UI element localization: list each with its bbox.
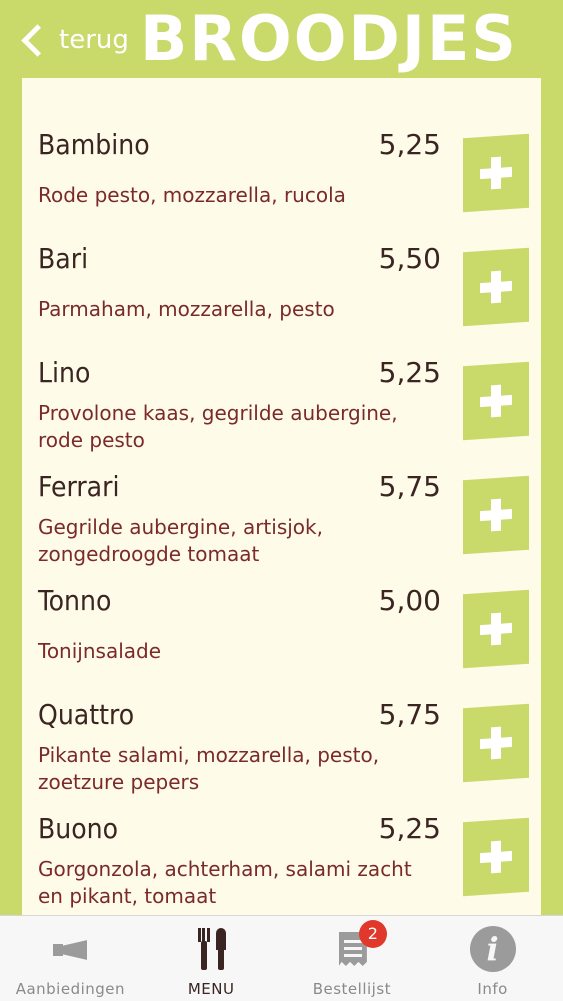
tab-label: Info <box>477 980 508 998</box>
tab-info[interactable]: i Info <box>422 916 563 1001</box>
page-title: BROODJES <box>140 2 518 75</box>
item-price: 5,25 <box>378 128 441 161</box>
order-count-badge: 2 <box>358 920 387 948</box>
list-item: Buono 5,25 Gorgonzola, achterham, salami… <box>22 762 541 908</box>
tab-menu[interactable]: MENU <box>141 916 282 1001</box>
item-name: Bari <box>38 242 89 275</box>
item-price: 5,25 <box>378 812 441 845</box>
item-price: 5,75 <box>378 470 441 503</box>
tab-bar: Aanbiedingen MENU 2 Bestellijst i Info <box>0 915 563 1001</box>
item-description: Gorgonzola, achterham, salami zacht en p… <box>38 857 412 908</box>
megaphone-icon <box>45 924 95 974</box>
list-item: Tonno 5,00 Tonijnsalade <box>22 534 541 669</box>
chevron-left-icon <box>21 23 54 57</box>
item-price: 5,25 <box>378 356 441 389</box>
receipt-icon: 2 <box>327 920 387 974</box>
list-item: Bari 5,50 Parmaham, mozzarella, pesto <box>22 192 541 327</box>
header: terug BROODJES <box>0 0 563 78</box>
list-item: Ferrari 5,75 Gegrilde aubergine, artisjo… <box>22 420 541 566</box>
item-name: Tonno <box>38 584 112 617</box>
add-item-button[interactable] <box>463 817 529 897</box>
tab-label: MENU <box>187 980 235 998</box>
item-name: Bambino <box>38 128 150 161</box>
tab-bestellijst[interactable]: 2 Bestellijst <box>282 916 423 1001</box>
fork-knife-icon <box>186 924 236 974</box>
list-item: Quattro 5,75 Pikante salami, mozzarella,… <box>22 648 541 794</box>
list-item: Bambino 5,25 Rode pesto, mozzarella, ruc… <box>22 78 541 213</box>
tab-label: Bestellijst <box>312 980 392 998</box>
item-name: Buono <box>38 812 119 845</box>
list-item: Lino 5,25 Provolone kaas, gegrilde auber… <box>22 306 541 452</box>
tab-label: Aanbiedingen <box>15 980 126 998</box>
item-name: Quattro <box>38 698 135 731</box>
item-price: 5,00 <box>378 584 441 617</box>
tab-aanbiedingen[interactable]: Aanbiedingen <box>0 916 141 1001</box>
back-label: terug <box>59 25 129 55</box>
item-price: 5,50 <box>378 242 441 275</box>
item-price: 5,75 <box>378 698 441 731</box>
item-name: Lino <box>38 356 91 389</box>
info-icon: i <box>468 924 518 974</box>
back-button[interactable]: terug <box>18 18 129 62</box>
menu-list[interactable]: Bambino 5,25 Rode pesto, mozzarella, ruc… <box>22 78 541 915</box>
item-name: Ferrari <box>38 470 120 503</box>
